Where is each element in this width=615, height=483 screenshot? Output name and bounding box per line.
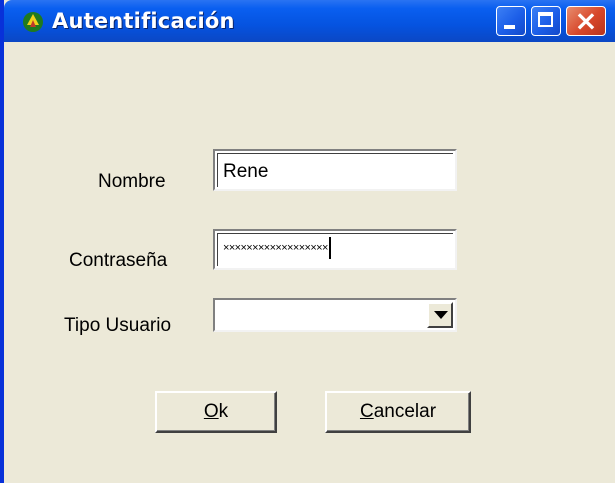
nombre-value: Rene — [223, 161, 269, 182]
nombre-input[interactable]: Rene — [213, 149, 457, 191]
text-caret — [328, 237, 331, 259]
password-mask: ×××××××××××××××××× — [223, 237, 331, 259]
close-button[interactable]: × — [566, 4, 606, 37]
tipo-usuario-select[interactable] — [213, 298, 457, 332]
dropdown-button[interactable] — [427, 302, 453, 328]
tipo-usuario-label: Tipo Usuario — [64, 315, 172, 336]
nombre-label: Nombre — [98, 171, 166, 192]
password-input[interactable]: ×××××××××××××××××× — [213, 229, 457, 270]
minimize-icon — [504, 25, 515, 29]
maximize-button[interactable] — [531, 6, 561, 36]
maximize-icon — [538, 12, 553, 27]
window-title: Autentificación — [52, 9, 235, 33]
chevron-down-icon — [434, 311, 448, 319]
ok-button[interactable]: Ok — [155, 391, 277, 433]
cancel-button[interactable]: Cancelar — [325, 391, 471, 433]
contrasena-label: Contraseña — [69, 250, 168, 271]
title-bar[interactable]: Autentificación × — [4, 0, 615, 42]
close-icon: × — [574, 4, 598, 37]
minimize-button[interactable] — [496, 6, 526, 36]
dialog-window: Autentificación × Nombre Rene Contraseña… — [0, 0, 615, 483]
app-icon — [23, 12, 43, 32]
